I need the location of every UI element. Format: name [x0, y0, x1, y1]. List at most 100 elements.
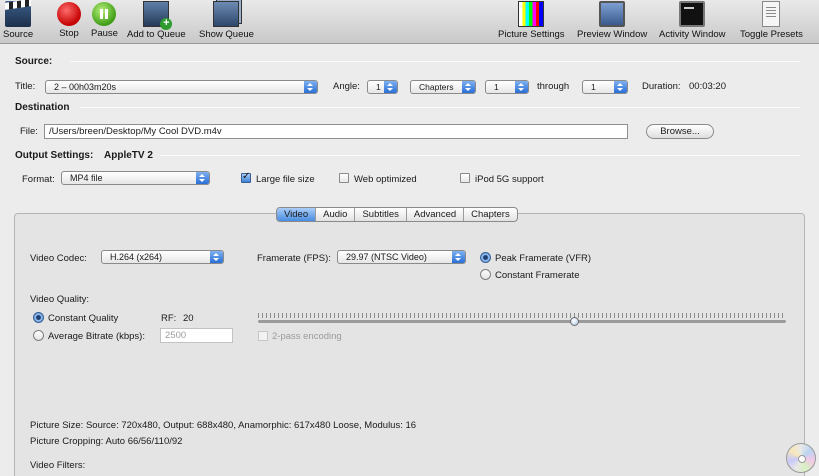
range-type-value: Chapters: [419, 82, 454, 92]
title-label: Title:: [15, 81, 36, 92]
picture-cropping-info: Picture Cropping: Auto 66/56/110/92: [30, 436, 183, 447]
duration-value: 00:03:20: [689, 81, 726, 92]
chevron-updown-icon: [614, 81, 627, 93]
ipod-support-label: iPod 5G support: [475, 174, 544, 185]
peak-framerate-radio[interactable]: [480, 252, 491, 263]
tab-video[interactable]: Video: [277, 208, 317, 221]
chevron-updown-icon: [462, 81, 475, 93]
output-settings-heading: Output Settings:: [15, 150, 94, 161]
average-bitrate-radio[interactable]: [33, 330, 44, 341]
picture-settings-label: Picture Settings: [498, 29, 565, 40]
through-label: through: [537, 81, 570, 92]
constant-framerate-label: Constant Framerate: [495, 270, 580, 281]
constant-quality-radio[interactable]: [33, 312, 44, 323]
tab-chapters[interactable]: Chapters: [464, 208, 517, 221]
activity-window-button[interactable]: Activity Window: [659, 0, 726, 44]
ipod-support-checkbox[interactable]: [460, 173, 470, 183]
settings-tabs: Video Audio Subtitles Advanced Chapters: [276, 207, 518, 222]
title-select[interactable]: 2 – 00h03m20s: [45, 80, 318, 94]
format-label: Format:: [22, 174, 55, 185]
picture-settings-icon: [518, 1, 545, 27]
angle-label: Angle:: [333, 81, 360, 92]
source-heading: Source:: [15, 56, 53, 67]
stop-label: Stop: [59, 28, 79, 39]
browse-button[interactable]: Browse...: [646, 124, 714, 139]
pause-icon: [92, 2, 117, 26]
output-preset-name: AppleTV 2: [104, 150, 153, 161]
web-optimized-label: Web optimized: [354, 174, 417, 185]
peak-framerate-label: Peak Framerate (VFR): [495, 253, 592, 264]
large-file-label: Large file size: [256, 174, 315, 185]
chevron-updown-icon: [304, 81, 317, 93]
tab-subtitles[interactable]: Subtitles: [355, 208, 407, 221]
destination-heading: Destination: [15, 102, 70, 113]
range-from-value: 1: [494, 82, 499, 92]
picture-size-info: Picture Size: Source: 720x480, Output: 6…: [30, 420, 417, 431]
add-queue-icon: [143, 1, 173, 30]
activity-window-icon: [679, 1, 706, 27]
format-select[interactable]: MP4 file: [61, 171, 210, 185]
source-label: Source: [3, 29, 34, 40]
quality-slider-knob[interactable]: [569, 317, 579, 326]
video-codec-label: Video Codec:: [30, 253, 87, 264]
title-value: 2 – 00h03m20s: [54, 82, 117, 92]
average-bitrate-input[interactable]: 2500: [160, 328, 233, 343]
stop-icon: [57, 2, 81, 26]
framerate-value: 29.97 (NTSC Video): [346, 252, 427, 262]
two-pass-checkbox[interactable]: [258, 331, 268, 341]
video-codec-value: H.264 (x264): [110, 252, 163, 262]
preview-window-button[interactable]: Preview Window: [577, 0, 647, 44]
toolbar: Source Stop Pause Add to Queue Show Queu…: [0, 0, 819, 44]
destination-divider: [80, 107, 800, 108]
stop-button[interactable]: Stop: [57, 0, 81, 44]
rf-value: 20: [183, 313, 194, 324]
toggle-presets-icon: [762, 1, 781, 27]
tab-audio[interactable]: Audio: [316, 208, 356, 221]
file-label: File:: [20, 126, 38, 137]
chevron-updown-icon: [384, 81, 397, 93]
quality-slider-track[interactable]: [258, 320, 786, 323]
tab-advanced[interactable]: Advanced: [407, 208, 465, 221]
toggle-presets-button[interactable]: Toggle Presets: [740, 0, 803, 44]
range-to-select[interactable]: 1: [582, 80, 628, 94]
chevron-updown-icon: [452, 251, 465, 263]
video-quality-label: Video Quality:: [30, 294, 89, 305]
preview-window-icon: [599, 1, 626, 27]
range-type-select[interactable]: Chapters: [410, 80, 476, 94]
source-button[interactable]: Source: [3, 0, 33, 44]
quality-slider-ticks: [258, 313, 786, 318]
show-queue-button[interactable]: Show Queue: [199, 0, 254, 44]
show-queue-icon: [213, 1, 240, 27]
add-to-queue-button[interactable]: Add to Queue: [127, 0, 186, 44]
output-divider: [160, 155, 800, 156]
show-queue-label: Show Queue: [199, 29, 254, 40]
picture-settings-button[interactable]: Picture Settings: [498, 0, 565, 44]
range-to-value: 1: [591, 82, 596, 92]
duration-label: Duration:: [642, 81, 681, 92]
source-divider: [70, 61, 800, 62]
toggle-presets-label: Toggle Presets: [740, 29, 803, 40]
activity-window-label: Activity Window: [659, 29, 726, 40]
angle-value: 1: [376, 82, 381, 92]
dvd-disc-icon: [786, 443, 816, 473]
range-from-select[interactable]: 1: [485, 80, 529, 94]
constant-framerate-radio[interactable]: [480, 269, 491, 280]
format-value: MP4 file: [70, 173, 103, 183]
chevron-updown-icon: [515, 81, 528, 93]
average-bitrate-label: Average Bitrate (kbps):: [48, 331, 145, 342]
chevron-updown-icon: [196, 172, 209, 184]
video-codec-select[interactable]: H.264 (x264): [101, 250, 224, 264]
web-optimized-checkbox[interactable]: [339, 173, 349, 183]
pause-button[interactable]: Pause: [91, 0, 118, 44]
video-filters-label: Video Filters:: [30, 460, 86, 471]
framerate-label: Framerate (FPS):: [257, 253, 331, 264]
angle-select[interactable]: 1: [367, 80, 398, 94]
clapperboard-icon: [5, 1, 32, 27]
two-pass-label: 2-pass encoding: [272, 331, 342, 342]
large-file-checkbox[interactable]: [241, 171, 251, 183]
rf-label: RF:: [161, 313, 177, 324]
file-path-input[interactable]: /Users/breen/Desktop/My Cool DVD.m4v: [44, 124, 628, 139]
constant-quality-label: Constant Quality: [48, 313, 119, 324]
preview-window-label: Preview Window: [577, 29, 648, 40]
framerate-select[interactable]: 29.97 (NTSC Video): [337, 250, 466, 264]
